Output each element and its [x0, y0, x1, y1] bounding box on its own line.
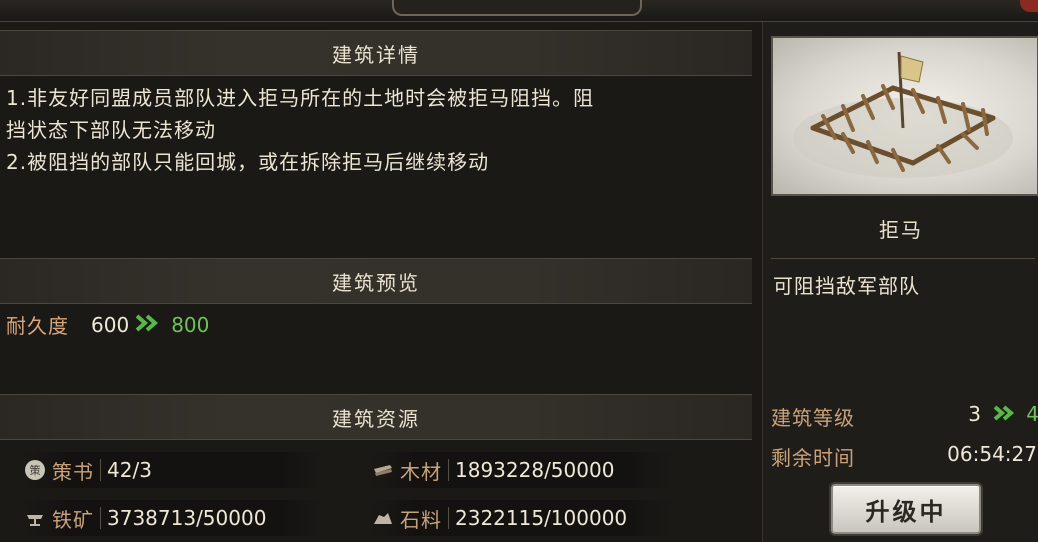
- resource-iron: 铁矿 3738713/50000: [24, 500, 324, 536]
- details-header: 建筑详情: [0, 30, 752, 76]
- increase-arrow-icon: [135, 313, 161, 337]
- level-row: 建筑等级 3 4: [771, 402, 1038, 431]
- resource-name: 铁矿: [52, 507, 94, 532]
- resource-name: 石料: [400, 507, 442, 532]
- left-panel: 建筑详情 1.非友好同盟成员部队进入拒马所在的土地时会被拒马阻挡。阻 挡状态下部…: [0, 22, 752, 542]
- building-name: 拒马: [879, 218, 923, 242]
- details-line-3: 2.被阻挡的部队只能回城，或在拆除拒马后继续移动: [6, 150, 490, 174]
- building-image: [771, 36, 1038, 196]
- svg-text:策: 策: [30, 463, 41, 477]
- durability-current: 600: [91, 312, 130, 337]
- preview-header: 建筑预览: [0, 258, 752, 304]
- resource-stone: 石料 2322115/100000: [372, 500, 672, 536]
- stone-icon: [372, 507, 394, 529]
- divider: [448, 459, 449, 481]
- divider: [771, 258, 1035, 259]
- increase-arrow-icon: [993, 402, 1020, 426]
- resource-book: 策 策书 42/3: [24, 452, 324, 488]
- upgrade-button[interactable]: 升级中: [831, 484, 981, 534]
- durability-next: 800: [171, 312, 210, 337]
- level-next: 4: [1026, 402, 1038, 426]
- resource-value: 2322115/100000: [455, 506, 628, 530]
- durability-label: 耐久度: [6, 314, 69, 338]
- resource-wood: 木材 1893228/50000: [372, 452, 672, 488]
- resource-value: 1893228/50000: [455, 458, 615, 482]
- top-bar: [0, 0, 1038, 22]
- right-panel: 拒马 可阻挡敌军部队 建筑等级 3 4 剩余时间 06:54:27 升级中: [762, 22, 1038, 542]
- divider: [100, 459, 101, 481]
- level-current: 3: [968, 402, 981, 426]
- time-label: 剩余时间: [771, 446, 855, 470]
- building-description: 可阻挡敌军部队: [773, 274, 920, 298]
- level-value: 3 4: [968, 402, 1038, 431]
- book-scroll-icon: 策: [24, 459, 46, 481]
- wood-icon: [372, 459, 394, 481]
- resource-value: 42/3: [107, 458, 152, 482]
- durability-row: 耐久度 600 800: [6, 310, 209, 339]
- details-line-1: 1.非友好同盟成员部队进入拒马所在的土地时会被拒马阻挡。阻: [6, 86, 595, 110]
- time-value: 06:54:27: [947, 442, 1037, 466]
- resource-name: 木材: [400, 459, 442, 484]
- close-corner[interactable]: [1020, 0, 1038, 12]
- resources-header: 建筑资源: [0, 394, 752, 440]
- divider: [100, 507, 101, 529]
- resource-name: 策书: [52, 459, 94, 484]
- top-tab-frame: [392, 0, 642, 16]
- divider: [448, 507, 449, 529]
- time-row: 剩余时间 06:54:27: [771, 442, 1038, 471]
- level-label: 建筑等级: [771, 406, 855, 430]
- iron-ore-icon: [24, 507, 46, 529]
- resource-value: 3738713/50000: [107, 506, 267, 530]
- details-line-2: 挡状态下部队无法移动: [6, 118, 216, 142]
